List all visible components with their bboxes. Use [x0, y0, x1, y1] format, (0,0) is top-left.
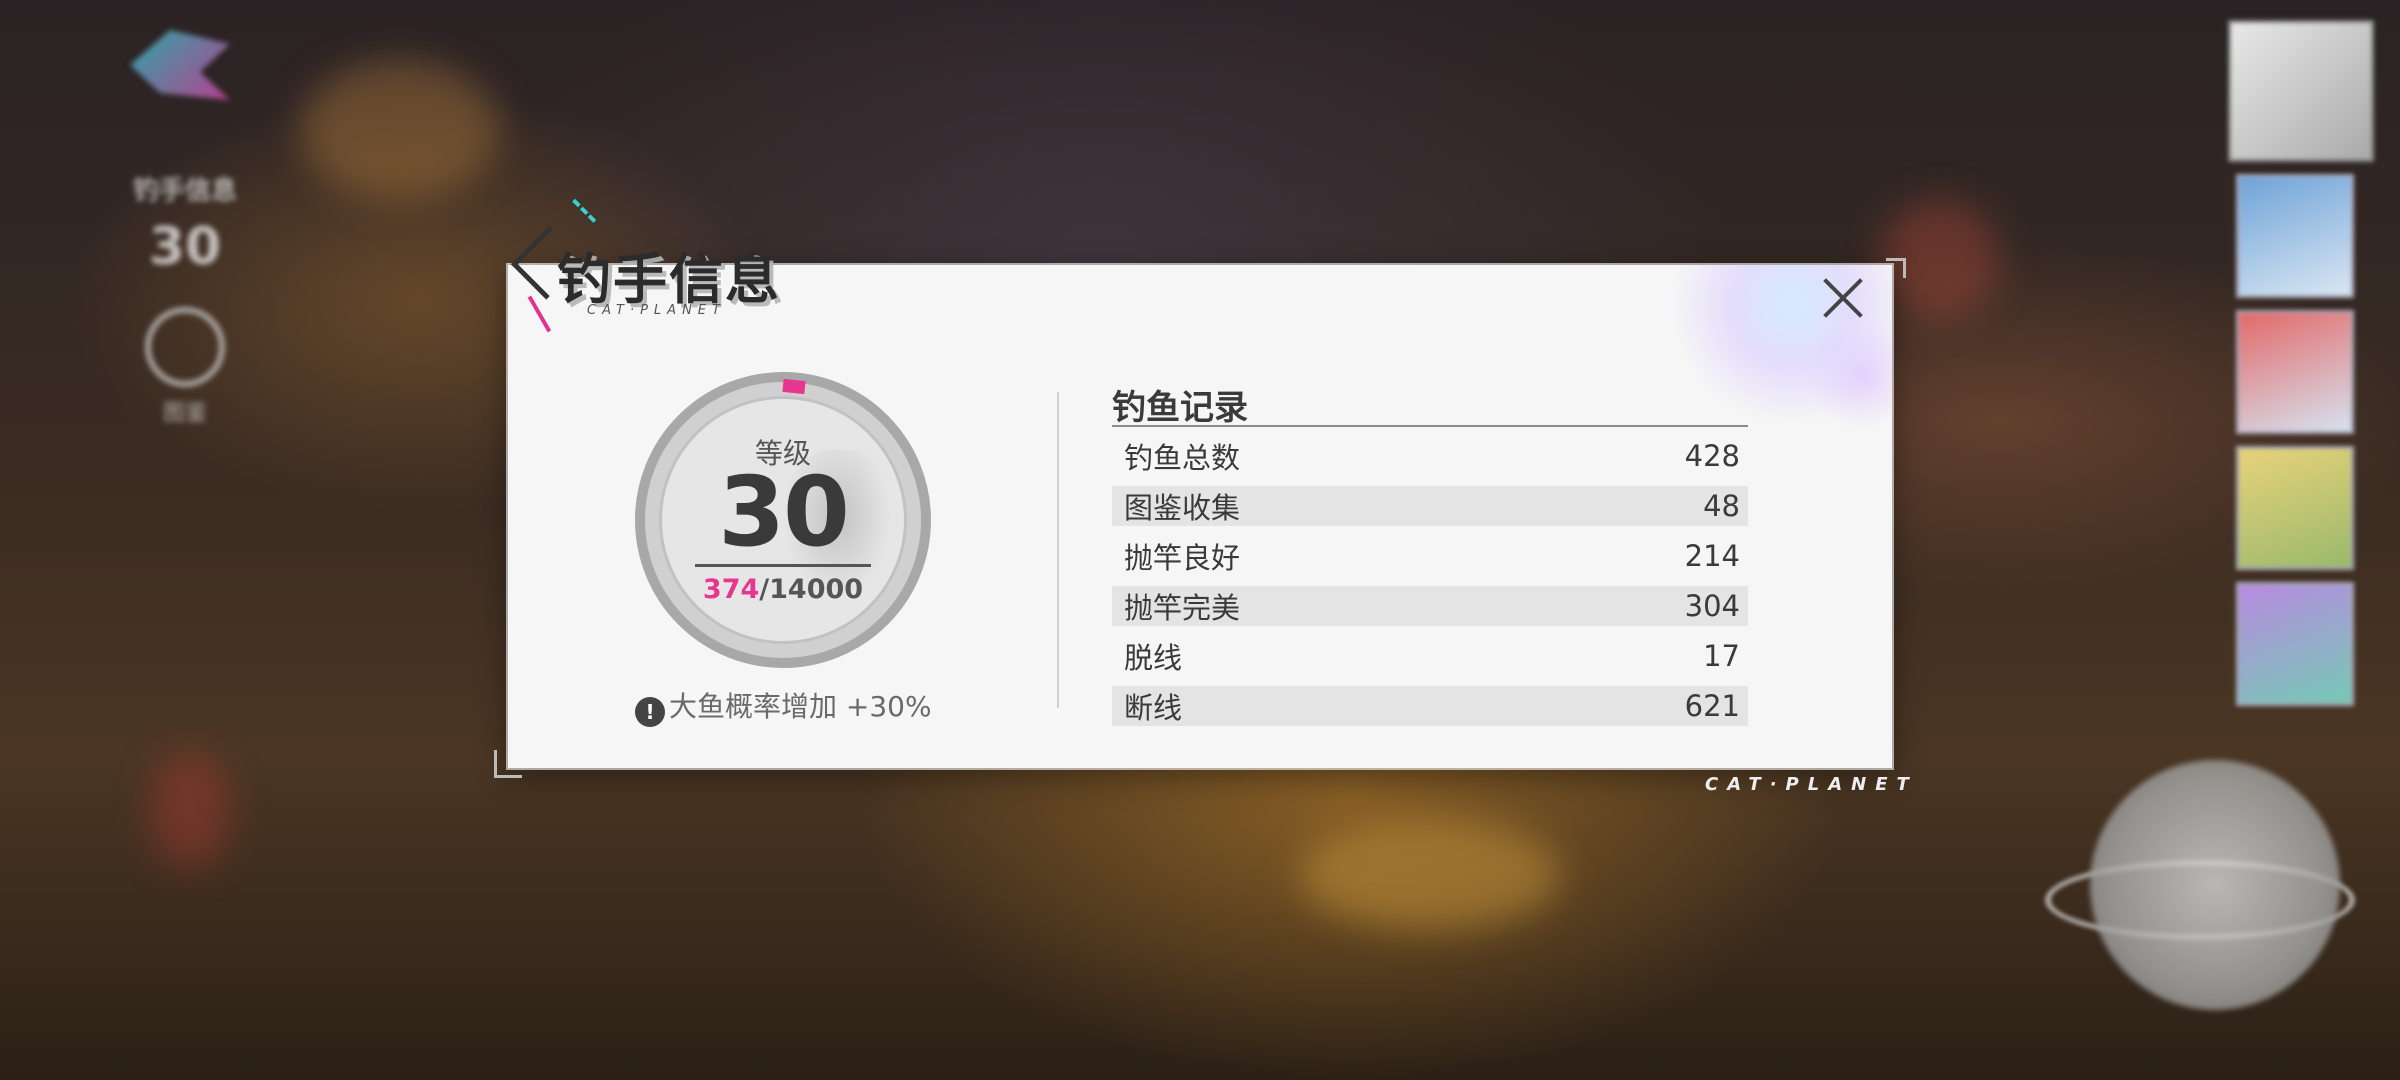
record-value: 621 [1684, 689, 1740, 723]
corner-mark-bottom-left [494, 750, 522, 778]
menu-slot-top[interactable] [2228, 20, 2374, 162]
record-value: 17 [1703, 639, 1740, 673]
globe-icon[interactable] [145, 307, 225, 387]
hud-angler-label: 钓手信息 [132, 176, 237, 206]
hud-level-value: 30 [148, 217, 222, 277]
close-icon[interactable] [1815, 270, 1871, 326]
bg-light-b [300, 60, 500, 200]
item-slot-bait[interactable] [2236, 310, 2354, 434]
record-label: 图鉴收集 [1124, 491, 1241, 525]
corner-mark-top-right [1886, 258, 1906, 278]
record-label: 断线 [1124, 691, 1183, 725]
record-row-perfect-cast: 抛竿完美 304 [1112, 586, 1748, 626]
record-row-good-cast: 抛竿良好 214 [1112, 531, 1748, 581]
item-slot-rod[interactable] [2236, 174, 2354, 298]
exp-total: /14000 [759, 574, 864, 605]
record-label: 抛竿完美 [1124, 591, 1241, 625]
level-divider-line [695, 564, 871, 567]
record-value: 214 [1684, 539, 1740, 573]
bonus-info: ! 大鱼概率增加 +30% [635, 685, 932, 727]
info-exclamation-icon[interactable]: ! [635, 697, 665, 727]
item-slot-cat[interactable] [2236, 582, 2354, 706]
record-label: 抛竿良好 [1124, 541, 1241, 575]
game-logo-icon[interactable] [130, 30, 230, 100]
dialog-subtitle: CAT·PLANET [587, 303, 726, 318]
record-label: 钓鱼总数 [1124, 441, 1241, 475]
records-title: 钓鱼记录 [1112, 388, 1248, 428]
dialog-title-block: 钓手信息 CAT·PLANET [510, 198, 835, 335]
record-value: 428 [1684, 439, 1740, 473]
record-row-collection: 图鉴收集 48 [1112, 486, 1748, 526]
records-underline [1112, 425, 1748, 427]
level-experience: 374/14000 [635, 574, 931, 605]
record-label: 脱线 [1124, 641, 1183, 675]
vertical-divider [1057, 392, 1059, 708]
record-row-escaped: 脱线 17 [1112, 631, 1748, 681]
bonus-text: 大鱼概率增加 +30% [669, 690, 932, 723]
hud-globe-label: 图鉴 [162, 401, 207, 426]
brand-watermark: CAT·PLANET [1705, 774, 1918, 795]
record-row-line-break: 断线 621 [1112, 686, 1748, 726]
item-slot-food[interactable] [2236, 446, 2354, 570]
bg-light-d [150, 750, 230, 870]
bg-light-a [1300, 820, 1560, 930]
right-item-column [2228, 20, 2378, 706]
left-hud: 钓手信息 30 图鉴 [120, 20, 260, 427]
level-progress-indicator [782, 378, 806, 395]
cat-avatar-button[interactable] [2090, 760, 2340, 1010]
level-value: 30 [718, 456, 850, 568]
record-value: 48 [1703, 489, 1740, 523]
exp-current: 374 [702, 574, 760, 605]
record-value: 304 [1684, 589, 1740, 623]
record-row-total: 钓鱼总数 428 [1112, 431, 1748, 481]
records-table: 钓鱼总数 428 图鉴收集 48 抛竿良好 214 抛竿完美 304 脱线 17… [1112, 431, 1748, 731]
